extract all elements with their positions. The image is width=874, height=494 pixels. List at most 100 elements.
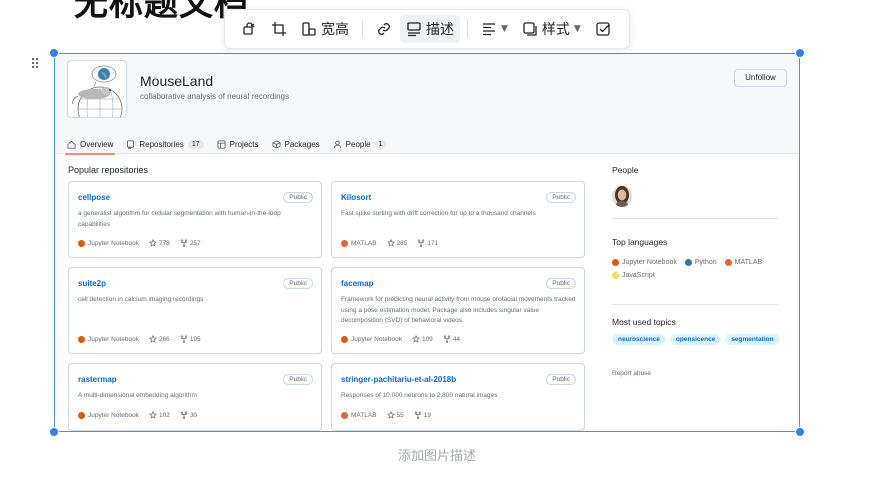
org-avatar [67, 60, 127, 118]
image-caption-placeholder[interactable]: 添加图片描述 [0, 445, 874, 464]
resize-handle-bottom-left[interactable] [49, 427, 59, 437]
topic-tag[interactable]: neuroscience [612, 334, 666, 345]
chevron-down-icon: ▼ [573, 24, 581, 34]
star-icon [148, 411, 157, 419]
tab-people[interactable]: People 1 [333, 134, 387, 154]
document-title: 无标题文档 [74, 0, 249, 24]
language-item: Python [684, 259, 717, 266]
size-button[interactable]: 宽高 [295, 15, 355, 43]
repo-link[interactable]: Kilosort [341, 193, 371, 202]
star-icon [148, 335, 157, 343]
tab-projects[interactable]: Projects [217, 134, 259, 154]
align-icon [483, 23, 495, 36]
caption-button-label: 描述 [426, 22, 454, 38]
top-languages-list: Jupyter Notebook Python MATLAB JavaScrip… [612, 259, 782, 279]
topic-tag[interactable]: opensicence [669, 334, 722, 345]
crop-icon [272, 22, 286, 36]
forks-link[interactable]: 30 [180, 411, 197, 419]
language-color-dot [78, 335, 85, 343]
repo-language: MATLAB [341, 239, 377, 247]
star-icon [148, 239, 157, 247]
size-button-label: 宽高 [321, 22, 349, 38]
language-color-dot [341, 335, 348, 343]
language-color-dot [724, 259, 732, 266]
repo-link[interactable]: cellpose [78, 193, 110, 202]
language-name: MATLAB [351, 239, 377, 247]
stars-link[interactable]: 266 [148, 335, 170, 343]
resize-handle-top-right[interactable] [795, 48, 805, 58]
fork-count: 195 [189, 335, 201, 343]
visibility-badge: Public [546, 278, 576, 289]
tab-label: Overview [80, 139, 114, 149]
stars-link[interactable]: 778 [148, 239, 170, 247]
stars-link[interactable]: 285 [386, 239, 407, 247]
visibility-badge: Public [546, 192, 576, 203]
repo-language: Jupyter Notebook [78, 335, 139, 343]
fork-count: 19 [423, 411, 431, 419]
language-name: MATLAB [734, 259, 763, 266]
fork-icon [414, 411, 421, 419]
member-avatar[interactable] [612, 185, 632, 207]
star-icon [411, 335, 420, 343]
fork-count: 257 [189, 239, 201, 247]
repo-link[interactable]: rastermap [78, 375, 117, 384]
link-button[interactable] [370, 15, 398, 43]
check-icon [596, 22, 610, 36]
repo-link[interactable]: stringer-pachitariu-et-al-2018b [341, 375, 456, 384]
repo-meta: Jupyter Notebook 266 195 [78, 335, 201, 343]
repo-description: cell detection in calcium imaging record… [78, 296, 204, 303]
resize-handle-bottom-right[interactable] [795, 427, 805, 437]
repo-link[interactable]: facemap [341, 279, 373, 288]
tab-packages[interactable]: Packages [272, 134, 320, 154]
visibility-badge: Public [283, 374, 313, 385]
sidebar-divider [612, 218, 778, 219]
report-abuse-link[interactable]: Report abuse [612, 370, 651, 377]
tab-overview[interactable]: Overview [64, 134, 116, 155]
forks-link[interactable]: 44 [443, 335, 460, 343]
toolbar-divider [362, 20, 363, 38]
caption-button[interactable]: 描述 [400, 15, 460, 43]
repo-link[interactable]: suite2p [78, 279, 106, 288]
language-name: Jupyter Notebook [351, 335, 402, 343]
toolbar-divider [467, 20, 468, 38]
fork-icon [180, 335, 187, 343]
language-name: Jupyter Notebook [88, 411, 139, 419]
rotate-button[interactable] [235, 15, 263, 43]
repo-card: suite2p Public cell detection in calcium… [68, 267, 322, 354]
topics-title: Most used topics [612, 317, 676, 327]
tab-repositories[interactable]: Repositories 17 [126, 134, 204, 154]
visibility-badge: Public [283, 278, 313, 289]
crop-button[interactable] [265, 15, 293, 43]
project-icon [217, 139, 226, 149]
forks-link[interactable]: 171 [417, 239, 438, 247]
org-name: MouseLand [140, 73, 214, 89]
repo-description: Fast spike sorting with drift correction… [341, 210, 536, 217]
topic-tag[interactable]: segmentation [725, 334, 780, 345]
stars-link[interactable]: 55 [386, 411, 404, 419]
language-item: JavaScript [612, 272, 655, 279]
style-button[interactable]: 样式 ▼ [516, 15, 587, 43]
embedded-image[interactable]: MouseLand collaborative analysis of neur… [54, 53, 800, 432]
unfollow-button[interactable]: Unfollow [734, 69, 787, 87]
language-name: Jupyter Notebook [88, 239, 139, 247]
drag-handle-icon[interactable]: ⠿ [30, 56, 42, 72]
resize-handle-top-left[interactable] [49, 48, 59, 58]
align-button[interactable]: ▼ [475, 15, 514, 43]
org-tabs: Overview Repositories 17 Projects Packag… [64, 134, 387, 155]
stars-link[interactable]: 109 [411, 335, 433, 343]
repo-icon [127, 139, 135, 149]
forks-link[interactable]: 257 [180, 239, 201, 247]
repo-description: a generalist algorithm for cellular segm… [78, 210, 281, 228]
language-name: JavaScript [622, 272, 655, 279]
forks-link[interactable]: 19 [414, 411, 431, 419]
top-languages-title: Top languages [612, 237, 668, 247]
language-name: Python [694, 259, 717, 266]
people-count-badge: 1 [374, 139, 387, 149]
repo-card: facemap Public Framework for predicting … [331, 267, 585, 354]
repo-description: Responses of 10,000 neurons to 2,800 nat… [341, 392, 498, 399]
fork-icon [418, 239, 425, 247]
repo-description: A multi-dimensional embedding algorithm [78, 392, 197, 399]
forks-link[interactable]: 195 [180, 335, 201, 343]
stars-link[interactable]: 102 [148, 411, 170, 419]
confirm-button[interactable] [589, 15, 617, 43]
